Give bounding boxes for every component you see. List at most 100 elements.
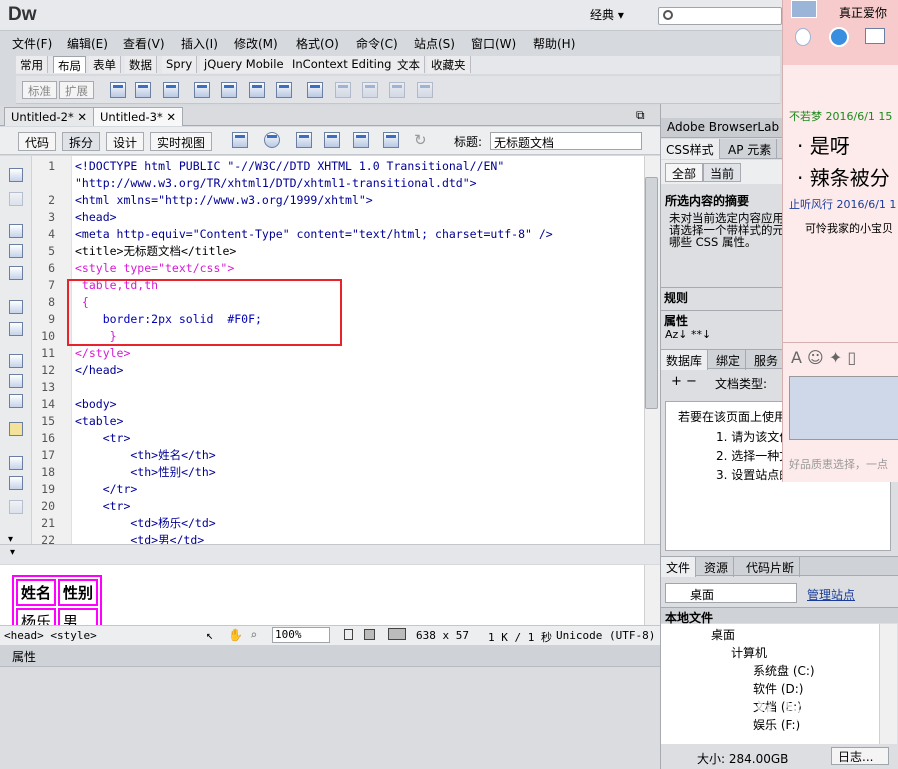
- menu-view[interactable]: 查看(V): [123, 35, 165, 52]
- title-field[interactable]: 无标题文档: [490, 132, 642, 150]
- menu-help[interactable]: 帮助(H): [533, 35, 575, 52]
- search-input[interactable]: [658, 7, 782, 25]
- tab-untitled-2[interactable]: Untitled-2* ✕: [4, 107, 95, 126]
- spry-menubar-icon[interactable]: [194, 82, 210, 98]
- manage-sites-link[interactable]: 管理站点: [807, 586, 855, 603]
- tab-layout[interactable]: 布局: [53, 56, 86, 73]
- spry-collapsible-icon[interactable]: [276, 82, 292, 98]
- code-line[interactable]: <table>: [75, 413, 123, 430]
- code-editor[interactable]: <!DOCTYPE html PUBLIC "-//W3C//DTD XHTML…: [72, 156, 644, 544]
- split-view-button[interactable]: 拆分: [62, 132, 101, 151]
- code-line[interactable]: <th>姓名</th>: [75, 447, 215, 464]
- table-cell[interactable]: 男: [58, 608, 99, 625]
- live-view-button[interactable]: 实时视图: [150, 132, 213, 151]
- tag-selector[interactable]: <head> <style>: [4, 629, 97, 642]
- code-line[interactable]: </tr>: [75, 481, 138, 498]
- code-line[interactable]: <tr>: [75, 430, 131, 447]
- highlight-invalid-icon[interactable]: [9, 374, 23, 388]
- iframe-icon[interactable]: [307, 82, 323, 98]
- wrap-tag-icon[interactable]: [9, 500, 23, 514]
- screen-share-icon[interactable]: [865, 28, 885, 44]
- close-icon[interactable]: ✕: [77, 110, 87, 124]
- desktop-size-icon[interactable]: [388, 628, 406, 640]
- tab-databases[interactable]: 数据库: [661, 350, 709, 370]
- close-icon[interactable]: ✕: [166, 110, 176, 124]
- design-scrollbar[interactable]: [644, 565, 660, 625]
- spry-tabbed-icon[interactable]: [221, 82, 237, 98]
- tree-item-computer[interactable]: 计算机: [731, 644, 767, 661]
- open-documents-icon[interactable]: [9, 168, 23, 182]
- table-row-icon[interactable]: [335, 82, 351, 98]
- design-view-button[interactable]: 设计: [106, 132, 145, 151]
- tab-server[interactable]: 服务: [749, 350, 785, 370]
- site-select[interactable]: 桌面: [665, 583, 797, 603]
- nudge-icon[interactable]: ✦: [829, 348, 842, 367]
- expanded-mode-button[interactable]: 扩展: [59, 81, 94, 99]
- collapse-icon[interactable]: ▾: [10, 547, 15, 558]
- scrollbar-thumb[interactable]: [645, 177, 658, 409]
- menu-site[interactable]: 站点(S): [414, 35, 455, 52]
- file-management-icon[interactable]: [296, 132, 312, 148]
- tab-jquery-mobile[interactable]: jQuery Mobile: [200, 56, 289, 73]
- div-icon[interactable]: [135, 82, 151, 98]
- collapse-tag-icon[interactable]: [9, 224, 23, 238]
- ad-thumbnail[interactable]: [789, 376, 898, 440]
- menu-format[interactable]: 格式(O): [296, 35, 339, 52]
- sort-az-icon[interactable]: Az↓ **↓: [665, 328, 711, 341]
- log-button[interactable]: 日志...: [831, 747, 889, 765]
- pointer-tool-icon[interactable]: ↖: [206, 628, 213, 642]
- table-header-cell[interactable]: 姓名: [16, 579, 57, 606]
- select-parent-tag-icon[interactable]: [9, 300, 23, 314]
- tab-bindings[interactable]: 绑定: [711, 350, 747, 370]
- menu-insert[interactable]: 插入(I): [181, 35, 218, 52]
- screenshot-icon[interactable]: ▯: [847, 348, 856, 367]
- tab-assets[interactable]: 资源: [699, 557, 735, 577]
- tab-forms[interactable]: 表单: [89, 56, 121, 73]
- code-line[interactable]: <head>: [75, 209, 117, 226]
- table-icon[interactable]: [110, 82, 126, 98]
- table-merge-icon[interactable]: [417, 82, 433, 98]
- check-browser-icon[interactable]: [353, 132, 369, 148]
- menu-edit[interactable]: 编辑(E): [67, 35, 108, 52]
- w3c-validation-icon[interactable]: [324, 132, 340, 148]
- code-line[interactable]: <td>杨乐</td>: [75, 515, 215, 532]
- code-line[interactable]: <th>性别</th>: [75, 464, 215, 481]
- avatar[interactable]: [791, 0, 817, 18]
- menu-modify[interactable]: 修改(M): [234, 35, 278, 52]
- tab-text[interactable]: 文本: [393, 56, 425, 73]
- code-line[interactable]: <title>无标题文档</title>: [75, 243, 236, 260]
- code-line[interactable]: <td>男</td>: [75, 532, 204, 544]
- apply-comment-icon[interactable]: [9, 456, 23, 470]
- tab-ap-elements[interactable]: AP 元素: [723, 139, 778, 159]
- code-line[interactable]: <meta http-equiv="Content-Type" content=…: [75, 226, 553, 243]
- spry-accordion-icon[interactable]: [249, 82, 265, 98]
- tab-favorites[interactable]: 收藏夹: [427, 56, 471, 73]
- add-icon[interactable]: + −: [671, 374, 697, 389]
- all-button[interactable]: 全部: [665, 163, 704, 182]
- tab-untitled-3[interactable]: Untitled-3* ✕: [93, 107, 184, 126]
- font-icon[interactable]: A: [791, 348, 802, 367]
- code-line[interactable]: <tr>: [75, 498, 131, 515]
- code-line[interactable]: </head>: [75, 362, 123, 379]
- tab-common[interactable]: 常用: [16, 56, 48, 73]
- table-cell[interactable]: 杨乐: [16, 608, 57, 625]
- tab-data[interactable]: 数据: [125, 56, 157, 73]
- balance-braces-icon[interactable]: [9, 322, 23, 336]
- code-line[interactable]: <body>: [75, 396, 117, 413]
- code-line[interactable]: <html xmlns="http://www.w3.org/1999/xhtm…: [75, 192, 373, 209]
- syntax-coloring-icon[interactable]: [9, 422, 23, 436]
- multiscreen-icon[interactable]: [232, 132, 248, 148]
- split-divider[interactable]: ▾: [0, 544, 660, 564]
- table-cell-icon[interactable]: [389, 82, 405, 98]
- zoom-select[interactable]: 100%: [272, 627, 330, 643]
- code-line[interactable]: <!DOCTYPE html PUBLIC "-//W3C//DTD XHTML…: [75, 158, 504, 175]
- design-table[interactable]: 姓名 性别 杨乐男: [12, 575, 103, 625]
- visual-aids-icon[interactable]: [383, 132, 399, 148]
- refresh-icon[interactable]: ↻: [414, 131, 427, 149]
- ap-div-icon[interactable]: [163, 82, 179, 98]
- tree-item-drive-c[interactable]: 系统盘 (C:): [753, 662, 815, 679]
- menu-commands[interactable]: 命令(C): [356, 35, 398, 52]
- window-size-icon[interactable]: [344, 629, 353, 640]
- code-line[interactable]: "http://www.w3.org/TR/xhtml1/DTD/xhtml1-…: [75, 175, 477, 192]
- code-line[interactable]: </style>: [75, 345, 130, 362]
